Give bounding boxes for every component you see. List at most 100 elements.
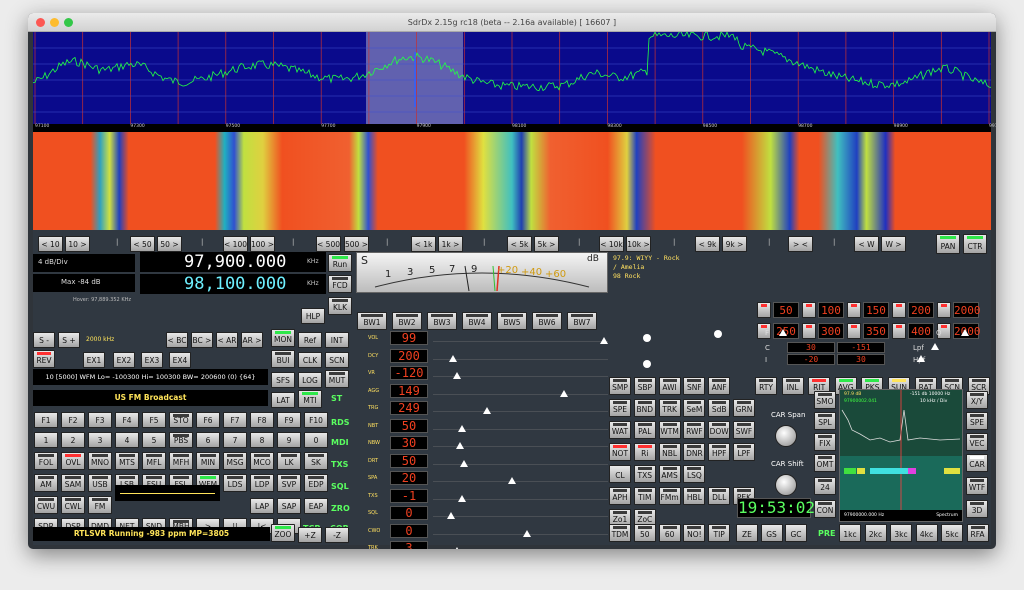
slider-knob-trk[interactable] <box>453 547 461 549</box>
slider-knob-vr[interactable] <box>453 372 461 379</box>
step-button-5k[interactable]: < 5k <box>507 236 532 252</box>
btn-dll[interactable]: DLL <box>708 487 730 505</box>
scn-button[interactable]: SCN <box>325 352 349 368</box>
bw-button-3[interactable]: BW3 <box>427 312 457 330</box>
mode-min[interactable]: MIN <box>196 452 220 470</box>
btn-rty[interactable]: RTY <box>755 377 777 395</box>
car-span-knob[interactable] <box>775 425 797 447</box>
step-button-5k[interactable]: 5k > <box>534 236 559 252</box>
fkey-f8[interactable]: F8 <box>250 412 274 428</box>
btn-wtm[interactable]: WTM <box>659 421 681 439</box>
btn-hbl[interactable]: HBL <box>683 487 705 505</box>
btn-spe[interactable]: SPE <box>609 399 631 417</box>
mode-fm[interactable]: FM <box>88 496 112 514</box>
btn-spl[interactable]: SPL <box>814 412 836 430</box>
numkey-2[interactable]: 2 <box>61 432 85 448</box>
preset-select-0-1[interactable] <box>802 302 816 318</box>
zoo-button[interactable]: ZOO <box>271 524 295 542</box>
ex4-button[interactable]: EX4 <box>169 352 191 368</box>
slider-knob-drt[interactable] <box>460 460 468 467</box>
preset-select-1-3[interactable] <box>892 323 906 339</box>
slider-track-vr[interactable] <box>433 376 608 377</box>
slider-knob-cwo[interactable] <box>523 530 531 537</box>
btn-3kc[interactable]: 3kc <box>890 524 912 542</box>
btn-dow[interactable]: DOW <box>708 421 730 439</box>
numkey-6[interactable]: 6 <box>196 432 220 448</box>
numkey-3[interactable]: 3 <box>88 432 112 448</box>
btn-not[interactable]: NOT <box>609 443 631 461</box>
numkey-9[interactable]: 9 <box>277 432 301 448</box>
fkey-f5[interactable]: F5 <box>142 412 166 428</box>
fkey-f2[interactable]: F2 <box>61 412 85 428</box>
waterfall-display[interactable] <box>33 132 991 230</box>
ref-button[interactable]: Ref <box>298 332 322 348</box>
step-button-9k[interactable]: 9k > <box>722 236 747 252</box>
step-button-x[interactable]: > < <box>788 236 813 252</box>
btn-car[interactable]: CAR <box>966 454 988 472</box>
mode-am[interactable]: AM <box>34 474 58 492</box>
btn-tdm[interactable]: TDM <box>609 524 631 542</box>
slider-knob-nbw[interactable] <box>456 442 464 449</box>
btn-pal[interactable]: PAL <box>634 421 656 439</box>
mode-mfh[interactable]: MFH <box>169 452 193 470</box>
step-button-9k[interactable]: < 9k <box>695 236 720 252</box>
slider-track-trg[interactable] <box>433 411 608 412</box>
btn-2kc[interactable]: 2kc <box>865 524 887 542</box>
preset-value-1-1[interactable]: 300 <box>818 323 844 339</box>
ar-next-button[interactable]: AR > <box>241 332 263 348</box>
log-button[interactable]: LOG <box>298 372 322 388</box>
btn-lsq[interactable]: LSQ <box>683 465 705 483</box>
mode-msg[interactable]: MSG <box>223 452 247 470</box>
mode-fol[interactable]: FOL <box>34 452 58 470</box>
btn-5kc[interactable]: 5kc <box>941 524 963 542</box>
step-button-10[interactable]: < 10 <box>38 236 63 252</box>
lpf-slider-knob[interactable] <box>931 343 939 350</box>
rev-button[interactable]: REV <box>33 350 55 368</box>
mode-sk[interactable]: SK <box>304 452 328 470</box>
fkey-f3[interactable]: F3 <box>88 412 112 428</box>
slider-track-vol[interactable] <box>433 341 608 342</box>
ex3-button[interactable]: EX3 <box>141 352 163 368</box>
btn-sdb[interactable]: SdB <box>708 399 730 417</box>
btn-wtf[interactable]: WTF <box>966 477 988 495</box>
preset-value-0-4[interactable]: 2000 <box>953 302 979 318</box>
mode-usb[interactable]: USB <box>88 474 112 492</box>
int-button[interactable]: INT <box>325 332 349 348</box>
close-icon[interactable] <box>36 18 45 27</box>
numkey-5[interactable]: 5 <box>142 432 166 448</box>
step-button-1k[interactable]: 1k > <box>438 236 463 252</box>
fkey-f1[interactable]: F1 <box>34 412 58 428</box>
slider-knob-sql[interactable] <box>447 512 455 519</box>
s-minus-button[interactable]: S - <box>33 332 55 348</box>
btn-nbl[interactable]: NBL <box>659 443 681 461</box>
btn-bnd[interactable]: BND <box>634 399 656 417</box>
btn-hpf[interactable]: HPF <box>708 443 730 461</box>
s-plus-button[interactable]: S + <box>58 332 80 348</box>
step-button-500[interactable]: 500 > <box>344 236 369 252</box>
slider-knob-vol[interactable] <box>600 337 608 344</box>
btn-1kc[interactable]: 1kc <box>839 524 861 542</box>
step-button-w[interactable]: < W <box>854 236 879 252</box>
btn-dnr[interactable]: DNR <box>683 443 705 461</box>
tuning-slider[interactable] <box>115 485 220 501</box>
step-button-100[interactable]: < 100 <box>223 236 248 252</box>
ex1-button[interactable]: EX1 <box>83 352 105 368</box>
slider-knob-txs[interactable] <box>458 495 466 502</box>
mode-edp[interactable]: EDP <box>304 474 328 492</box>
btn-inl[interactable]: INL <box>782 377 804 395</box>
mon-button[interactable]: MON <box>271 329 295 347</box>
btn-swf[interactable]: SWF <box>733 421 755 439</box>
btn-lpf[interactable]: LPF <box>733 443 755 461</box>
slider-knob-dcy[interactable] <box>449 355 457 362</box>
fkey-f9[interactable]: F9 <box>277 412 301 428</box>
preset-select-0-3[interactable] <box>892 302 906 318</box>
hpf-slider-knob[interactable] <box>917 355 925 362</box>
btn-24[interactable]: 24 <box>814 477 836 495</box>
preset-select-1-1[interactable] <box>802 323 816 339</box>
bw-button-5[interactable]: BW5 <box>497 312 527 330</box>
btn-tip[interactable]: TIP <box>708 524 730 542</box>
btn-anf[interactable]: ANF <box>708 377 730 395</box>
btn-trk[interactable]: TRK <box>659 399 681 417</box>
bw-button-2[interactable]: BW2 <box>392 312 422 330</box>
klk-button[interactable]: KLK <box>328 297 352 315</box>
